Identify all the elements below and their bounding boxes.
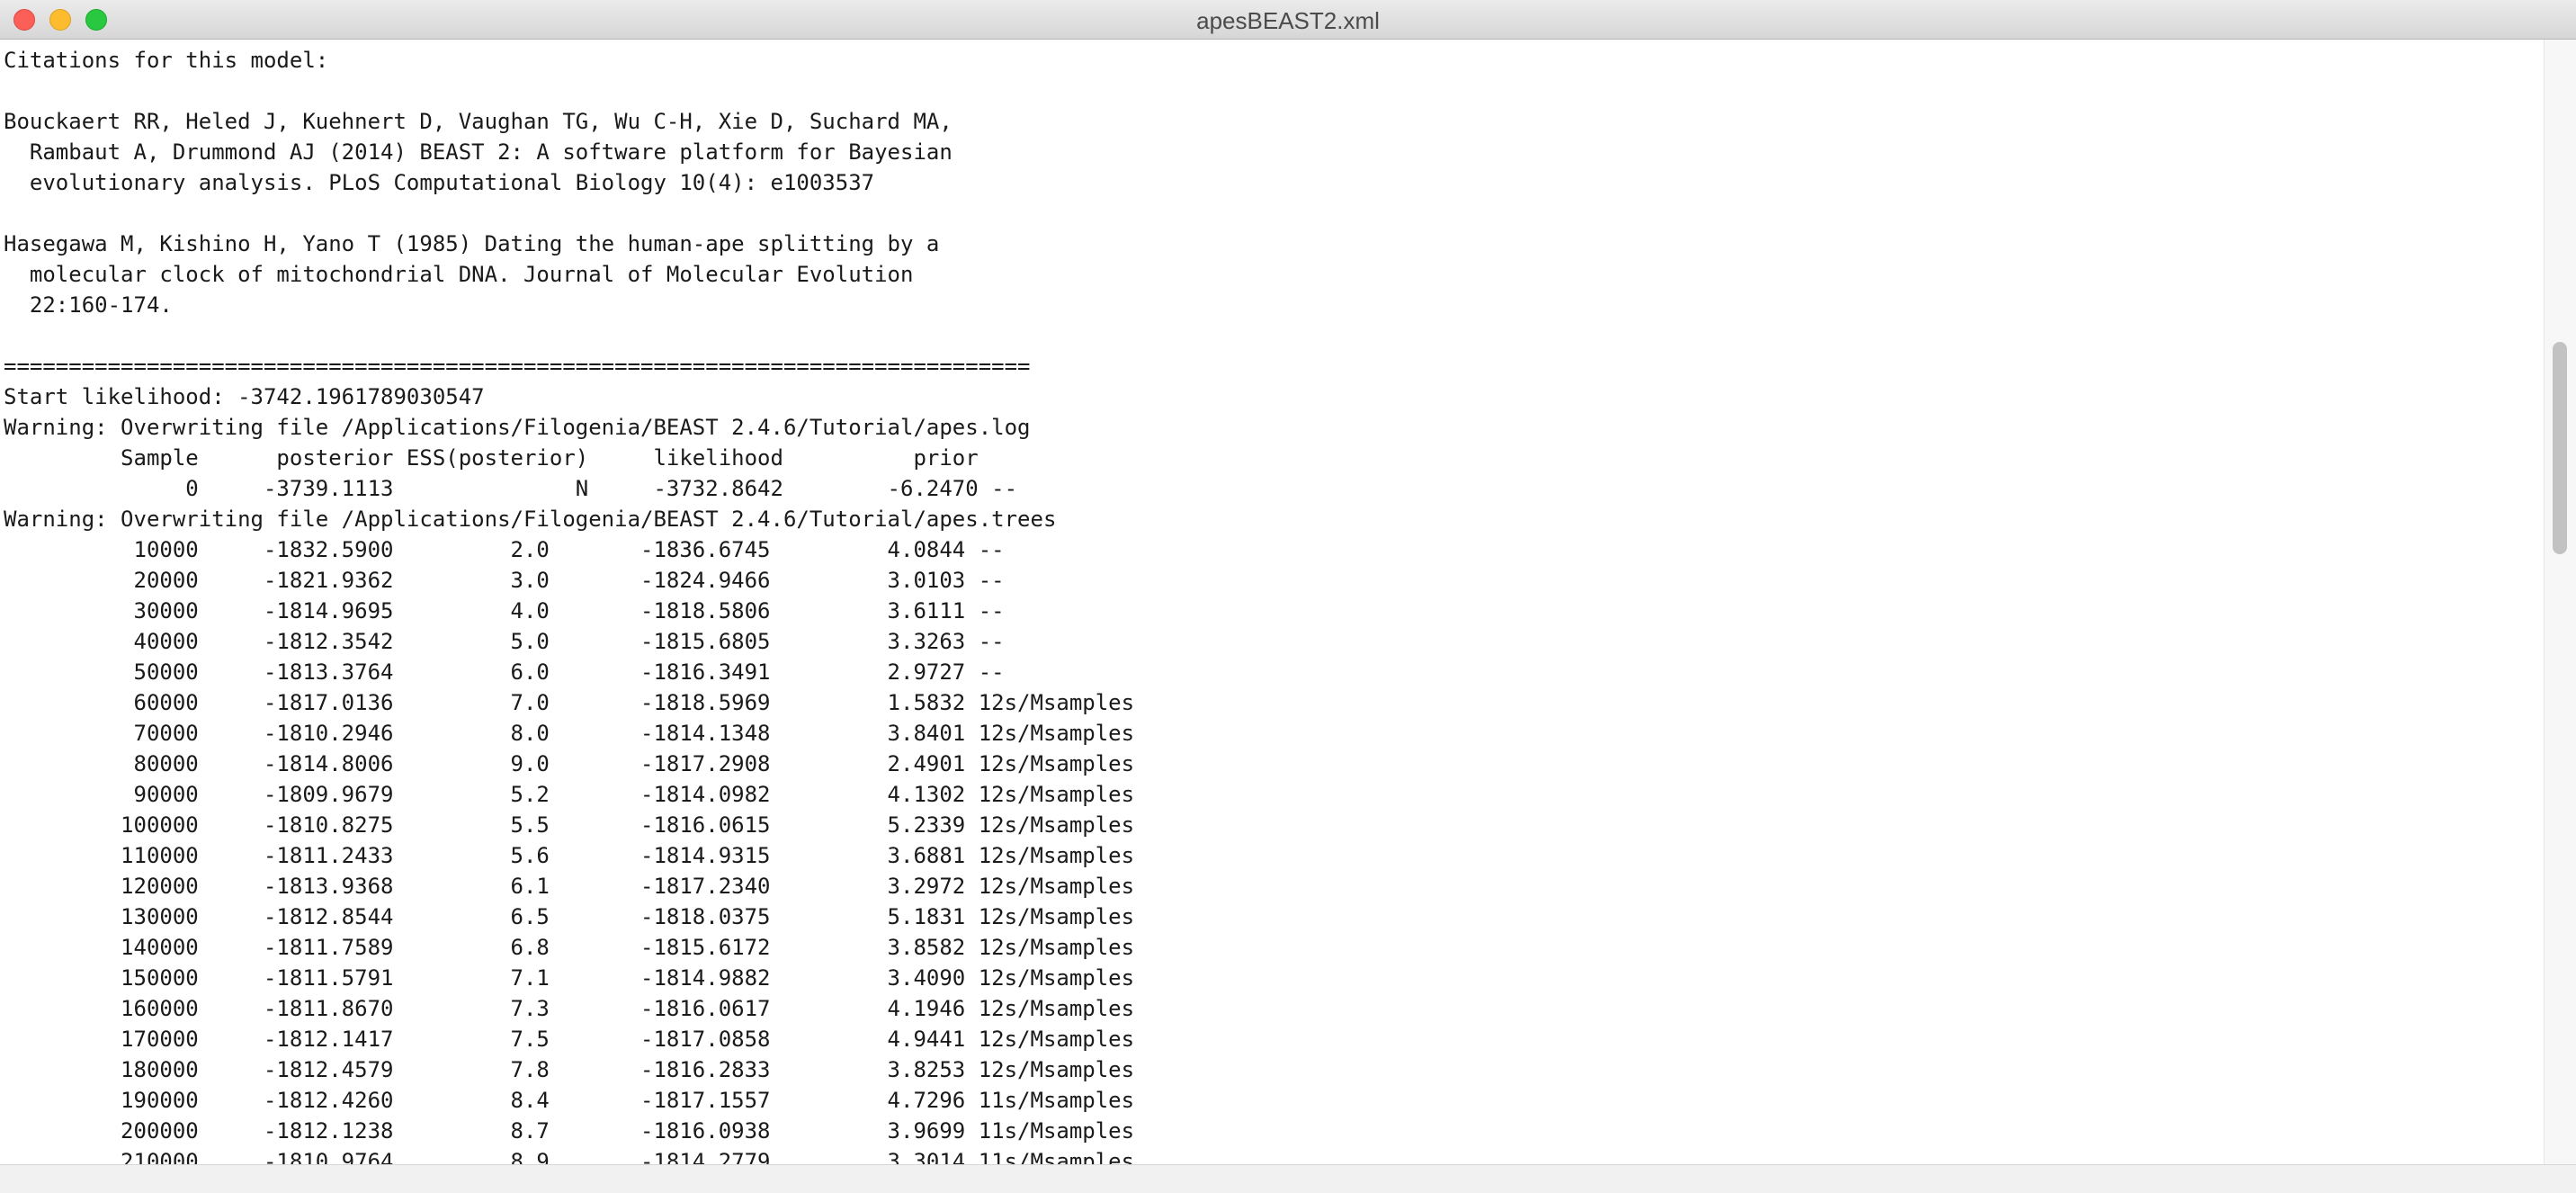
- console-line: 180000 -1812.4579 7.8 -1816.2833 3.8253 …: [4, 1057, 1135, 1082]
- console-output-area[interactable]: Citations for this model: Bouckaert RR, …: [0, 40, 2544, 1164]
- scrollbar-thumb[interactable]: [2553, 342, 2567, 554]
- console-text[interactable]: Citations for this model: Bouckaert RR, …: [0, 40, 2544, 1164]
- console-line: 40000 -1812.3542 5.0 -1815.6805 3.3263 -…: [4, 629, 1005, 654]
- console-line: ========================================…: [4, 354, 1031, 379]
- console-line: 170000 -1812.1417 7.5 -1817.0858 4.9441 …: [4, 1027, 1135, 1052]
- window-title: apesBEAST2.xml: [1196, 7, 1380, 34]
- console-line: Rambaut A, Drummond AJ (2014) BEAST 2: A…: [4, 139, 953, 165]
- console-line: 140000 -1811.7589 6.8 -1815.6172 3.8582 …: [4, 935, 1135, 960]
- console-line: 100000 -1810.8275 5.5 -1816.0615 5.2339 …: [4, 812, 1135, 838]
- console-line: Warning: Overwriting file /Applications/…: [4, 415, 1031, 440]
- console-line: molecular clock of mitochondrial DNA. Jo…: [4, 262, 914, 287]
- window-bottom-bar: [0, 1164, 2576, 1193]
- console-line: 50000 -1813.3764 6.0 -1816.3491 2.9727 -…: [4, 659, 1005, 685]
- console-line: 80000 -1814.8006 9.0 -1817.2908 2.4901 1…: [4, 751, 1135, 776]
- console-line: Sample posterior ESS(posterior) likeliho…: [4, 445, 979, 471]
- console-line: 20000 -1821.9362 3.0 -1824.9466 3.0103 -…: [4, 568, 1005, 593]
- console-line: 190000 -1812.4260 8.4 -1817.1557 4.7296 …: [4, 1088, 1135, 1113]
- title-bar[interactable]: apesBEAST2.xml: [0, 0, 2576, 40]
- console-line: Citations for this model:: [4, 48, 329, 73]
- console-line: 110000 -1811.2433 5.6 -1814.9315 3.6881 …: [4, 843, 1135, 868]
- console-line: 160000 -1811.8670 7.3 -1816.0617 4.1946 …: [4, 996, 1135, 1021]
- console-line: 10000 -1832.5900 2.0 -1836.6745 4.0844 -…: [4, 537, 1005, 562]
- console-line: 210000 -1810.9764 8.9 -1814.2779 3.3014 …: [4, 1149, 1135, 1164]
- console-line: 130000 -1812.8544 6.5 -1818.0375 5.1831 …: [4, 904, 1135, 929]
- console-line: Warning: Overwriting file /Applications/…: [4, 507, 1057, 532]
- vertical-scrollbar[interactable]: [2544, 40, 2576, 1164]
- console-line: Start likelihood: -3742.1961789030547: [4, 384, 485, 409]
- console-line: 30000 -1814.9695 4.0 -1818.5806 3.6111 -…: [4, 598, 1005, 623]
- console-line: evolutionary analysis. PLoS Computationa…: [4, 170, 875, 195]
- console-line: 150000 -1811.5791 7.1 -1814.9882 3.4090 …: [4, 965, 1135, 991]
- console-line: 120000 -1813.9368 6.1 -1817.2340 3.2972 …: [4, 874, 1135, 899]
- console-line: 22:160-174.: [4, 292, 173, 318]
- console-line: Bouckaert RR, Heled J, Kuehnert D, Vaugh…: [4, 109, 953, 134]
- console-line: 0 -3739.1113 N -3732.8642 -6.2470 --: [4, 476, 1018, 501]
- console-line: 90000 -1809.9679 5.2 -1814.0982 4.1302 1…: [4, 782, 1135, 807]
- console-line: Hasegawa M, Kishino H, Yano T (1985) Dat…: [4, 231, 940, 256]
- console-line: 70000 -1810.2946 8.0 -1814.1348 3.8401 1…: [4, 721, 1135, 746]
- console-line: 200000 -1812.1238 8.7 -1816.0938 3.9699 …: [4, 1118, 1135, 1144]
- console-line: 60000 -1817.0136 7.0 -1818.5969 1.5832 1…: [4, 690, 1135, 715]
- app-window: apesBEAST2.xml Citations for this model:…: [0, 0, 2576, 1193]
